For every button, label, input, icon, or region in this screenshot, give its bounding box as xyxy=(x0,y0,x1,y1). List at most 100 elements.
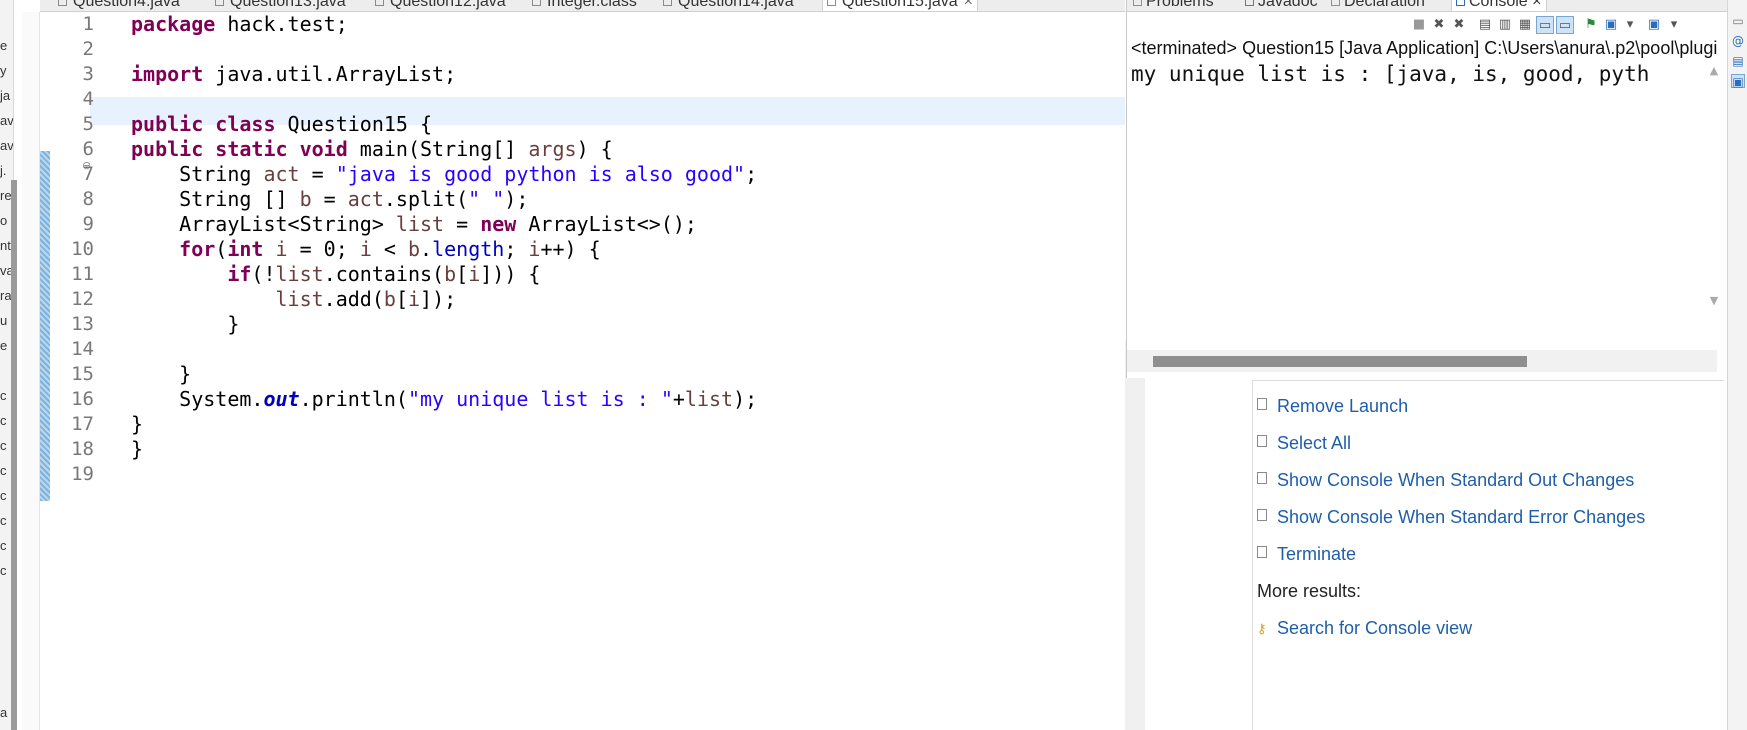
left-fragment[interactable]: re xyxy=(0,188,12,203)
left-fragment[interactable]: e xyxy=(0,38,7,53)
scroll-thumb[interactable] xyxy=(1153,356,1527,367)
line-number: 2 xyxy=(82,38,94,60)
tab-question12[interactable]: Question12.java xyxy=(375,0,506,11)
left-fragment[interactable]: j. xyxy=(0,163,7,178)
show-on-stdout-icon[interactable]: ▭ xyxy=(1536,16,1554,34)
left-fragment[interactable]: c xyxy=(0,463,7,478)
javadoc-at-icon[interactable]: @ xyxy=(1731,34,1745,48)
line-number: 8 xyxy=(82,188,94,210)
code-line: System.out.println("my unique list is : … xyxy=(131,387,758,411)
code-line: } xyxy=(131,412,144,436)
document-icon xyxy=(1257,546,1267,559)
left-fragment[interactable]: c xyxy=(0,413,7,428)
display-selected-console-icon[interactable]: ▣ xyxy=(1602,16,1620,34)
line-number: 13 xyxy=(71,313,94,335)
line-number: 5 xyxy=(82,113,94,135)
terminate-icon[interactable]: ■ xyxy=(1410,16,1428,34)
search-console-view-link[interactable]: ⚷ Search for Console view xyxy=(1257,613,1472,643)
left-fragment[interactable]: c xyxy=(0,513,7,528)
line-number: 17 xyxy=(71,413,94,435)
line-number: 14 xyxy=(71,338,94,360)
line-number: 11 xyxy=(71,263,94,285)
tab-console[interactable]: Console × xyxy=(1451,0,1547,11)
left-fragment[interactable]: c xyxy=(0,438,7,453)
tab-question13[interactable]: Question13.java xyxy=(215,0,346,11)
left-fragment[interactable]: e xyxy=(0,338,7,353)
class-file-icon xyxy=(532,0,541,7)
quick-access-results: Remove Launch Select All Show Console Wh… xyxy=(1252,380,1724,730)
scroll-down-arrow[interactable]: ▼ xyxy=(1707,294,1721,307)
left-fragment[interactable]: y xyxy=(0,63,7,78)
line-number: 9 xyxy=(82,213,94,235)
line-number: 19 xyxy=(71,463,94,485)
code-editor[interactable]: ⊖ 1 2 3 4 5 6 7 8 9 10 11 12 13 14 15 16… xyxy=(40,12,1125,730)
code-line: for(int i = 0; i < b.length; i++) { xyxy=(179,237,601,261)
clear-console-icon[interactable]: ▤ xyxy=(1476,16,1494,34)
left-fragment[interactable]: c xyxy=(0,488,7,503)
editor-tab-bar: Question4.java Question13.java Question1… xyxy=(40,0,1125,12)
left-fragment[interactable]: av xyxy=(0,113,13,128)
java-file-icon xyxy=(215,0,224,7)
tab-problems[interactable]: Problems xyxy=(1133,0,1214,11)
left-fragment[interactable]: c xyxy=(0,388,7,403)
result-show-console-stdout[interactable]: Show Console When Standard Out Changes xyxy=(1257,465,1634,495)
code-line: } xyxy=(131,312,240,336)
minimize-icon[interactable]: ▭ xyxy=(1731,14,1745,28)
dropdown-arrow[interactable]: ▾ xyxy=(1665,16,1683,34)
tab-javadoc[interactable]: Javadoc xyxy=(1245,0,1318,11)
dropdown-arrow[interactable]: ▾ xyxy=(1621,16,1639,34)
left-fragment[interactable]: c xyxy=(0,538,7,553)
result-remove-launch[interactable]: Remove Launch xyxy=(1257,391,1408,421)
open-console-icon[interactable]: ▣ xyxy=(1645,16,1663,34)
code-line: public class Question15 { xyxy=(131,112,433,136)
tab-question14[interactable]: Question14.java xyxy=(663,0,794,11)
line-number: 18 xyxy=(71,438,94,460)
declaration-icon[interactable]: ▤ xyxy=(1731,54,1745,68)
left-fragment[interactable]: a xyxy=(0,705,7,720)
tab-question4[interactable]: Question4.java xyxy=(58,0,180,11)
left-fragment[interactable]: u xyxy=(0,313,7,328)
pin-console-icon[interactable]: ⚑ xyxy=(1582,16,1600,34)
result-select-all[interactable]: Select All xyxy=(1257,428,1351,458)
console-toolbar: ■ ✖ ✖ ▤ ▥ ▦ ▭ ▭ ⚑ ▣ ▾ ▣ ▾ xyxy=(1127,12,1731,38)
left-fragment[interactable]: av xyxy=(0,138,13,153)
line-number: 3 xyxy=(82,63,94,85)
left-fragment[interactable]: nt xyxy=(0,238,11,253)
editor-left-ruler xyxy=(22,12,40,730)
close-tab-icon[interactable]: × xyxy=(1532,0,1541,10)
java-file-icon xyxy=(827,0,836,7)
show-on-stderr-icon[interactable]: ▭ xyxy=(1556,16,1574,34)
java-file-icon xyxy=(58,0,67,7)
console-vertical-scrollbar[interactable]: ▲ ▼ xyxy=(1707,64,1721,344)
line-number: 10 xyxy=(71,238,94,260)
tab-integer-class[interactable]: Integer.class xyxy=(532,0,637,11)
line-number: 6 xyxy=(82,138,94,160)
line-number: 4 xyxy=(82,88,94,110)
code-line: list.add(b[i]); xyxy=(275,287,457,311)
console-output[interactable]: my unique list is : [java, is, good, pyt… xyxy=(1131,62,1701,86)
left-fragment[interactable]: o xyxy=(0,213,7,228)
scroll-lock-icon[interactable]: ▥ xyxy=(1496,16,1514,34)
line-number: 15 xyxy=(71,363,94,385)
console-view: Problems Javadoc Declaration Console × ■… xyxy=(1126,0,1731,378)
left-fragment[interactable]: ra xyxy=(0,288,12,303)
javadoc-icon xyxy=(1245,0,1254,7)
search-key-icon: ⚷ xyxy=(1257,621,1267,637)
console-icon[interactable]: ▣ xyxy=(1731,74,1745,89)
left-panel-scrollbar[interactable] xyxy=(11,180,17,730)
left-fragment[interactable]: ja xyxy=(0,88,10,103)
result-terminate[interactable]: Terminate xyxy=(1257,539,1356,569)
editor-overview-ruler xyxy=(1125,340,1145,730)
close-tab-icon[interactable]: × xyxy=(964,0,973,10)
result-show-console-stderr[interactable]: Show Console When Standard Error Changes xyxy=(1257,502,1645,532)
document-icon xyxy=(1257,472,1267,485)
code-line: ArrayList<String> list = new ArrayList<>… xyxy=(131,212,697,236)
word-wrap-icon[interactable]: ▦ xyxy=(1516,16,1534,34)
left-fragment[interactable]: c xyxy=(0,563,7,578)
tab-question15[interactable]: Question15.java × xyxy=(822,0,978,11)
remove-all-icon[interactable]: ✖ xyxy=(1450,16,1468,34)
remove-launch-icon[interactable]: ✖ xyxy=(1430,16,1448,34)
tab-declaration[interactable]: Declaration xyxy=(1331,0,1425,11)
scroll-up-arrow[interactable]: ▲ xyxy=(1707,64,1721,77)
console-horizontal-scrollbar[interactable] xyxy=(1127,350,1717,372)
